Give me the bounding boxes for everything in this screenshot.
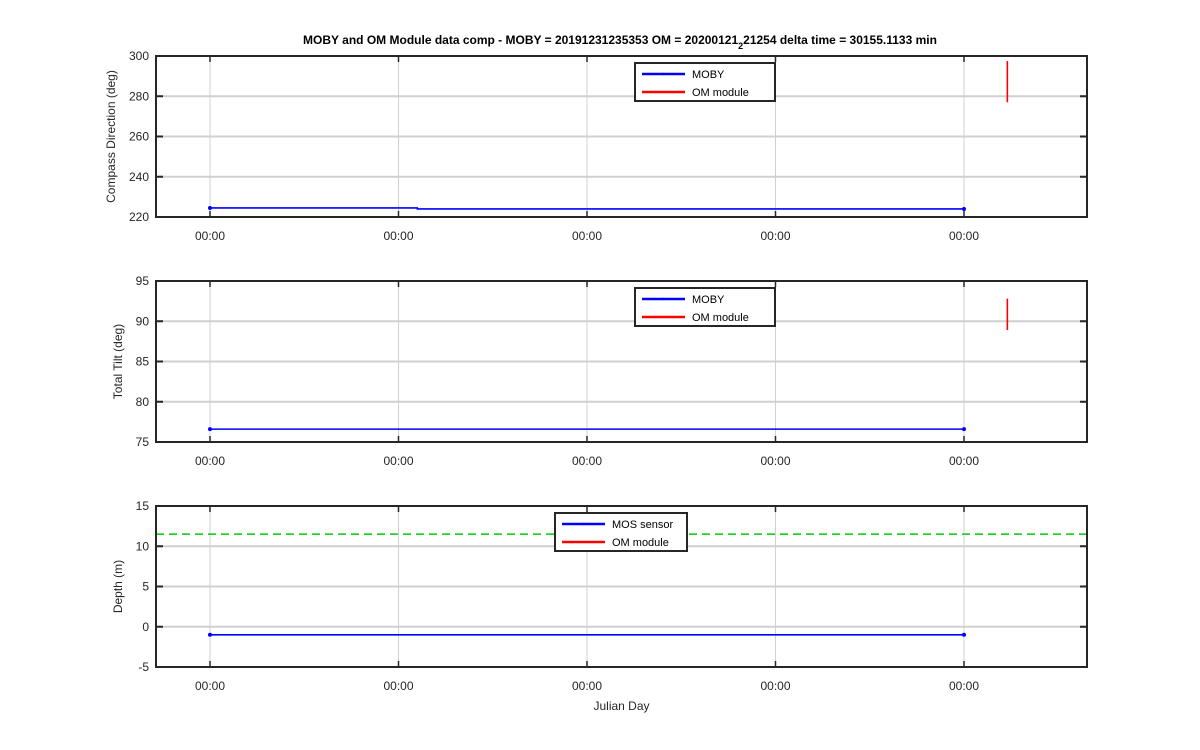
y-tick-label: 75	[136, 435, 150, 449]
y-tick-label: 5	[142, 580, 149, 594]
x-tick-label: 00:00	[383, 229, 413, 243]
data-point	[962, 632, 966, 637]
legend-label: OM module	[692, 87, 749, 99]
legend: MOBY OM module	[634, 287, 776, 327]
x-tick-label: 00:00	[195, 454, 225, 468]
legend-marker	[581, 522, 585, 526]
legend-label: MOS sensor	[612, 519, 673, 531]
subplot-2: 75 80 85 90 95 00:00 00:00 00:00 00:00 00:00 Total…	[111, 274, 1088, 468]
legend-marker	[661, 297, 665, 301]
y-tick-label: 260	[129, 130, 149, 144]
y-tick-label: 90	[136, 314, 150, 328]
data-point	[962, 427, 966, 432]
legend-marker	[661, 72, 665, 76]
x-tick-label: 00:00	[572, 229, 602, 243]
data-point	[208, 427, 212, 432]
legend-label: OM module	[692, 312, 749, 324]
y-tick-label: 95	[136, 274, 150, 288]
x-tick-label: 00:00	[760, 229, 790, 243]
legend-label: OM module	[612, 537, 669, 549]
y-axis-label: Total Tilt (deg)	[111, 324, 125, 399]
x-tick-label: 00:00	[760, 679, 790, 693]
legend: MOBY OM module	[634, 62, 776, 102]
data-point	[208, 205, 212, 210]
x-tick-label: 00:00	[572, 679, 602, 693]
y-tick-label: 85	[136, 355, 150, 369]
chart-title-prefix: MOBY and OM Module data comp - MOBY = 20…	[303, 33, 738, 47]
y-tick-label: -5	[138, 660, 149, 674]
subplot-panels: 220 240 260 280 300 00:00 00:00 00:00 00:00 00:00…	[104, 49, 1088, 713]
y-tick-label: 10	[136, 539, 150, 553]
x-tick-label: 00:00	[760, 454, 790, 468]
x-tick-label: 00:00	[949, 229, 979, 243]
y-tick-label: 240	[129, 170, 149, 184]
y-axis-label: Depth (m)	[111, 560, 125, 613]
y-tick-label: 15	[136, 499, 150, 513]
y-tick-label: 280	[129, 89, 149, 103]
x-tick-label: 00:00	[949, 454, 979, 468]
y-tick-label: 0	[142, 620, 149, 634]
y-tick-label: 300	[129, 49, 149, 63]
figure: MOBY and OM Module data comp - MOBY = 20…	[104, 33, 1088, 713]
y-tick-label: 80	[136, 395, 150, 409]
x-tick-label: 00:00	[195, 229, 225, 243]
legend-label: MOBY	[692, 294, 725, 306]
legend: MOS sensor OM module	[554, 512, 688, 552]
x-tick-label: 00:00	[383, 679, 413, 693]
chart-title-suffix: 21254 delta time = 30155.1133 min	[743, 33, 937, 47]
x-tick-label: 00:00	[949, 679, 979, 693]
data-point	[962, 206, 966, 211]
legend-label: MOBY	[692, 69, 725, 81]
x-tick-label: 00:00	[383, 454, 413, 468]
x-tick-label: 00:00	[195, 679, 225, 693]
x-tick-label: 00:00	[572, 454, 602, 468]
y-axis-label: Compass Direction (deg)	[104, 70, 118, 203]
x-axis-label: Julian Day	[593, 699, 649, 713]
subplot-1: 220 240 260 280 300 00:00 00:00 00:00 00:00 00:00…	[104, 49, 1088, 243]
chart-title: MOBY and OM Module data comp - MOBY = 20…	[303, 33, 937, 51]
data-point	[208, 632, 212, 637]
y-tick-label: 220	[129, 210, 149, 224]
subplot-3: -5 0 5 10 15 00:00 00:00 00:00 00:00 00:00 Depth (…	[111, 499, 1088, 713]
